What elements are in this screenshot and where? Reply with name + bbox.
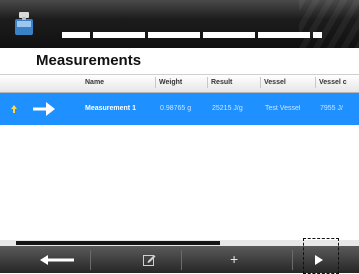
row-marker-icon xyxy=(11,105,17,113)
scrollbar-thumb[interactable] xyxy=(16,241,220,245)
cell-name: Measurement 1 xyxy=(85,105,136,112)
add-label: + xyxy=(230,251,239,267)
balance-icon xyxy=(15,12,33,35)
focus-indicator xyxy=(303,238,339,274)
header-segment xyxy=(313,32,322,38)
measurements-table: Name Weight Result Vessel Vessel c Measu… xyxy=(0,74,359,242)
arrow-right-icon xyxy=(33,102,55,116)
table-header: Name Weight Result Vessel Vessel c xyxy=(0,75,359,93)
header-segment xyxy=(203,32,255,38)
column-header-vessel[interactable]: Vessel xyxy=(260,77,304,88)
column-header-name[interactable]: Name xyxy=(85,79,125,86)
header-segment xyxy=(258,32,310,38)
header-segment xyxy=(93,32,145,38)
cell-weight: 0.98765 g xyxy=(160,105,192,112)
header-segment xyxy=(62,32,90,38)
header-decoration xyxy=(299,0,359,48)
header-segment xyxy=(148,32,200,38)
cell-vessel: Test Vessel xyxy=(265,105,301,112)
column-header-vessel-c[interactable]: Vessel c xyxy=(315,77,359,88)
column-header-result[interactable]: Result xyxy=(207,77,247,88)
top-header-bar xyxy=(0,0,359,48)
add-button[interactable]: + xyxy=(182,246,292,273)
back-arrow-icon xyxy=(40,255,74,265)
column-header-weight[interactable]: Weight xyxy=(155,77,195,88)
cell-vessel-c: 7955 J/ xyxy=(320,105,343,112)
edit-icon xyxy=(143,255,156,266)
table-row[interactable]: Measurement 1 0.98765 g 25215 J/g Test V… xyxy=(0,93,359,125)
page-title: Measurements xyxy=(36,52,142,69)
back-button[interactable] xyxy=(0,246,90,273)
edit-button[interactable] xyxy=(91,246,181,273)
cell-result: 25215 J/g xyxy=(212,105,243,112)
